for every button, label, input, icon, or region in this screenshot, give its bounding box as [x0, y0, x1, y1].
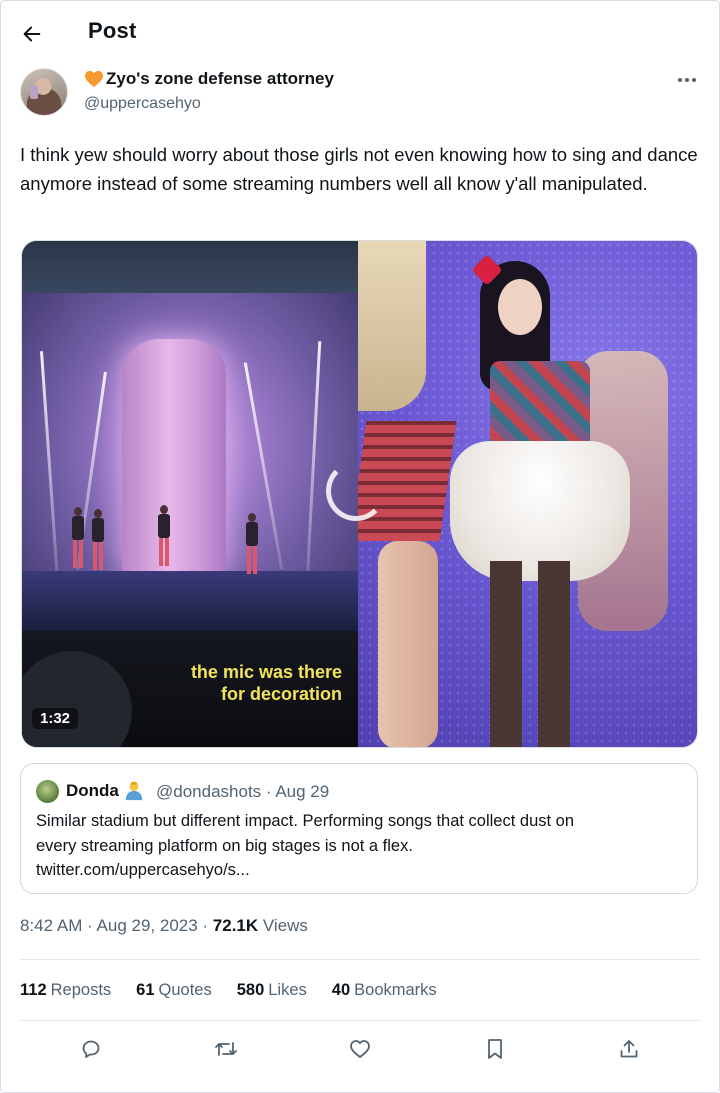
- bookmark-icon: [488, 1039, 502, 1059]
- action-bar: [0, 1033, 720, 1069]
- post-text: I think yew should worry about those gir…: [20, 144, 698, 194]
- repost-icon: [215, 1042, 237, 1056]
- views-label: Views: [258, 916, 308, 935]
- video-duration-badge: 1:32: [32, 708, 79, 729]
- divider: [20, 1020, 700, 1021]
- back-button[interactable]: [18, 20, 46, 48]
- post-media[interactable]: the mic was there for decoration 1:32: [21, 240, 698, 748]
- divider: [20, 959, 700, 960]
- arrow-left-icon: [23, 26, 41, 42]
- reply-button[interactable]: [75, 1033, 107, 1065]
- video-caption: the mic was there for decoration: [190, 662, 342, 704]
- video-thumbnail[interactable]: the mic was there for decoration 1:32: [22, 241, 358, 747]
- quotes-stat[interactable]: 61 Quotes: [136, 981, 212, 1000]
- page-title: Post: [88, 18, 137, 43]
- like-button[interactable]: [344, 1033, 376, 1065]
- page-header: Post: [0, 0, 720, 64]
- quoted-text: Similar stadium but different impact. Pe…: [36, 809, 686, 883]
- quoted-handle-date: @dondashots · Aug 29: [156, 782, 330, 801]
- author-avatar[interactable]: [20, 68, 68, 116]
- quoted-post[interactable]: Donda @dondashots · Aug 29 Similar stadi…: [20, 763, 698, 894]
- post-timestamp-views: 8:42 AM · Aug 29, 2023 · 72.1K Views: [20, 916, 308, 936]
- heart-icon: [350, 1040, 370, 1058]
- quoted-link[interactable]: twitter.com/uppercasehyo/s...: [36, 858, 686, 883]
- author-name-text: Zyo's zone defense attorney: [106, 69, 334, 88]
- reply-icon: [82, 1040, 100, 1058]
- share-icon: [620, 1040, 638, 1058]
- author-display-name[interactable]: Zyo's zone defense attorney: [84, 69, 334, 89]
- likes-stat[interactable]: 580 Likes: [237, 981, 307, 1000]
- more-horizontal-icon: [678, 78, 696, 82]
- person-emoji-icon: [125, 781, 143, 801]
- quoted-author-name: Donda: [66, 781, 145, 801]
- views-count: 72.1K: [212, 916, 259, 935]
- post-timestamp[interactable]: 8:42 AM · Aug 29, 2023 ·: [20, 916, 213, 935]
- share-button[interactable]: [613, 1033, 645, 1065]
- more-options-button[interactable]: [670, 70, 704, 90]
- loading-spinner-icon: [326, 461, 386, 521]
- engagement-stats: 112 Reposts 61 Quotes 580 Likes 40 Bookmarks: [20, 981, 437, 1000]
- photo-thumbnail[interactable]: [358, 241, 697, 747]
- bookmark-button[interactable]: [479, 1033, 511, 1065]
- repost-button[interactable]: [210, 1033, 242, 1065]
- author-handle[interactable]: @uppercasehyo: [84, 95, 201, 113]
- reposts-stat[interactable]: 112 Reposts: [20, 981, 111, 1000]
- bookmarks-stat[interactable]: 40 Bookmarks: [332, 981, 437, 1000]
- quoted-author-avatar: [36, 780, 59, 803]
- orange-heart-emoji-icon: [85, 70, 103, 88]
